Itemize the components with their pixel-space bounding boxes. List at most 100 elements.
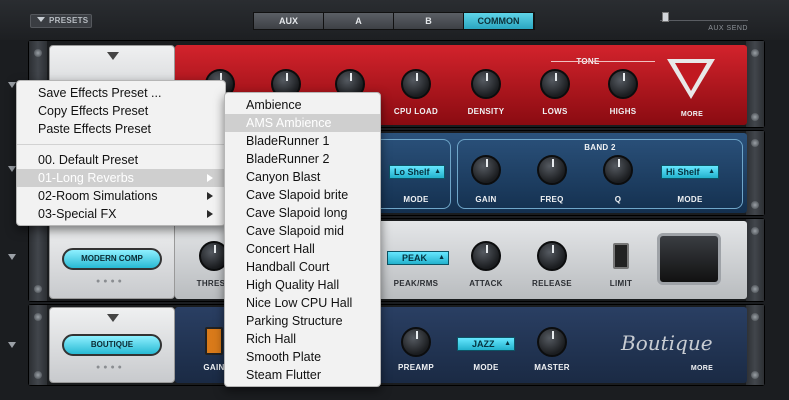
spinner-icon: ▲: [708, 168, 715, 175]
submenu-item[interactable]: Smooth Plate: [225, 348, 380, 366]
limit-label: LIMIT: [609, 279, 633, 288]
submenu-item[interactable]: Concert Hall: [225, 240, 380, 258]
comp-preset-dots: ●●●●: [96, 278, 125, 285]
preamp-knob[interactable]: [401, 327, 431, 357]
submenu-item[interactable]: Cave Slapoid mid: [225, 222, 380, 240]
screw-icon: [751, 285, 759, 293]
cpu-load-label: CPU LOAD: [393, 107, 439, 116]
top-bar: PRESETS AUX A B COMMON AUX SEND: [0, 0, 789, 40]
effects-preset-menu: Save Effects Preset ... Copy Effects Pre…: [16, 80, 226, 226]
rack-collapse-icon[interactable]: [8, 82, 16, 88]
long-reverbs-submenu: Ambience AMS Ambience BladeRunner 1 Blad…: [224, 92, 381, 387]
comp-preset-name[interactable]: MODERN COMP: [62, 248, 162, 270]
submenu-arrow-icon: [207, 192, 213, 200]
eq-mode-label-1: MODE: [403, 195, 429, 204]
submenu-item[interactable]: Parking Structure: [225, 312, 380, 330]
density-knob[interactable]: [471, 69, 501, 99]
menu-separator: [17, 144, 225, 145]
menu-item-save-preset[interactable]: Save Effects Preset ...: [17, 84, 225, 102]
submenu-item[interactable]: BladeRunner 2: [225, 150, 380, 168]
band-2-gain-knob[interactable]: [471, 155, 501, 185]
submenu-arrow-icon: [207, 210, 213, 218]
submenu-item[interactable]: Cave Slapoid long: [225, 204, 380, 222]
boutique-switch[interactable]: [205, 327, 223, 355]
tone-bracket: [551, 61, 655, 62]
presets-button[interactable]: PRESETS: [30, 14, 92, 28]
submenu-item[interactable]: AMS Ambience: [225, 114, 380, 132]
menu-item-copy-preset[interactable]: Copy Effects Preset: [17, 102, 225, 120]
attack-knob[interactable]: [471, 241, 501, 271]
reverb-more-button[interactable]: MORE: [657, 111, 727, 118]
screw-icon: [751, 313, 759, 321]
master-knob[interactable]: [537, 327, 567, 357]
release-knob[interactable]: [537, 241, 567, 271]
submenu-item[interactable]: Canyon Blast: [225, 168, 380, 186]
submenu-item[interactable]: High Quality Hall: [225, 276, 380, 294]
submenu-item[interactable]: Rich Hall: [225, 330, 380, 348]
reverb-logo-inner-icon: [675, 63, 707, 91]
preset-menu-icon: [107, 52, 119, 60]
screw-icon: [751, 139, 759, 147]
peak-rms-label: PEAK/RMS: [393, 279, 439, 288]
menu-item-room-simulations[interactable]: 02-Room Simulations: [17, 187, 225, 205]
comp-vu-meter-icon: [657, 233, 721, 285]
submenu-item[interactable]: Cave Slapoid brite: [225, 186, 380, 204]
band-2-label: BAND 2: [584, 143, 616, 152]
tab-common[interactable]: COMMON: [464, 13, 534, 29]
boutique-preset-plate[interactable]: BOUTIQUE ●●●●: [49, 307, 175, 383]
band-2-q-label: Q: [614, 195, 622, 204]
spinner-icon: ▲: [438, 254, 445, 261]
density-label: DENSITY: [467, 107, 505, 116]
tab-aux[interactable]: AUX: [254, 13, 324, 29]
lo-shelf-select[interactable]: Lo Shelf ▲: [389, 165, 445, 179]
lows-label: LOWS: [542, 107, 568, 116]
band-2-gain-label: GAIN: [475, 195, 497, 204]
cpu-load-knob[interactable]: [401, 69, 431, 99]
limit-switch[interactable]: [613, 243, 629, 269]
attack-label: ATTACK: [469, 279, 503, 288]
screw-icon: [34, 49, 42, 57]
boutique-more-button[interactable]: MORE: [667, 365, 737, 372]
boutique-logo: Boutique: [621, 331, 713, 355]
band-2-freq-knob[interactable]: [537, 155, 567, 185]
tab-b[interactable]: B: [394, 13, 464, 29]
aux-send-control: AUX SEND: [660, 12, 750, 34]
jazz-mode-select[interactable]: JAZZ ▲: [457, 337, 515, 351]
eq-mode-label-2: MODE: [677, 195, 703, 204]
chevron-down-icon: [37, 17, 45, 22]
preset-menu-icon: [107, 314, 119, 322]
tab-a[interactable]: A: [324, 13, 394, 29]
submenu-item[interactable]: Steam Flutter: [225, 366, 380, 384]
rack-collapse-icon[interactable]: [8, 342, 16, 348]
screw-icon: [34, 285, 42, 293]
hi-shelf-select[interactable]: Hi Shelf ▲: [661, 165, 719, 179]
screw-icon: [751, 201, 759, 209]
submenu-item[interactable]: Nice Low CPU Hall: [225, 294, 380, 312]
menu-item-default-preset[interactable]: 00. Default Preset: [17, 151, 225, 169]
menu-item-long-reverbs[interactable]: 01-Long Reverbs: [17, 169, 225, 187]
highs-label: HIGHS: [609, 107, 637, 116]
submenu-arrow-icon: [207, 174, 213, 182]
submenu-item[interactable]: Handball Court: [225, 258, 380, 276]
comp-rack: MODERN COMP ●●●● THRESH PEAK ▲ PEAK/RMS A…: [28, 218, 765, 302]
aux-send-handle[interactable]: [662, 12, 669, 22]
band-2-freq-label: FREQ: [540, 195, 564, 204]
boutique-preset-name[interactable]: BOUTIQUE: [62, 334, 162, 356]
peak-rms-select[interactable]: PEAK ▲: [387, 251, 449, 265]
submenu-item[interactable]: BladeRunner 1: [225, 132, 380, 150]
aux-send-slider[interactable]: [660, 16, 748, 21]
lows-knob[interactable]: [540, 69, 570, 99]
band-2-q-knob[interactable]: [603, 155, 633, 185]
menu-item-special-fx[interactable]: 03-Special FX: [17, 205, 225, 223]
menu-item-paste-preset[interactable]: Paste Effects Preset: [17, 120, 225, 138]
screw-icon: [751, 371, 759, 379]
rack-collapse-icon[interactable]: [8, 166, 16, 172]
release-label: RELEASE: [532, 279, 572, 288]
rack-collapse-icon[interactable]: [8, 254, 16, 260]
comp-preset-plate[interactable]: MODERN COMP ●●●●: [49, 221, 175, 299]
submenu-item[interactable]: Ambience: [225, 96, 380, 114]
screw-icon: [34, 313, 42, 321]
screw-icon: [751, 227, 759, 235]
master-label: MASTER: [534, 363, 570, 372]
highs-knob[interactable]: [608, 69, 638, 99]
